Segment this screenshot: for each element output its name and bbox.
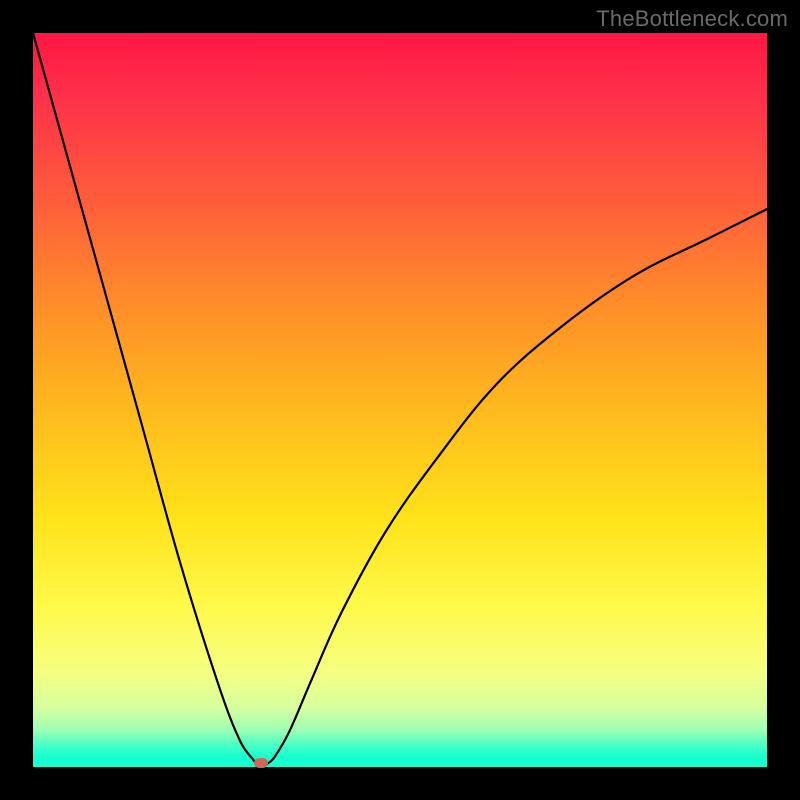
bottleneck-curve — [33, 33, 767, 767]
chart-plot-area — [33, 33, 767, 767]
watermark-text: TheBottleneck.com — [596, 6, 788, 32]
optimal-point-marker — [254, 758, 268, 768]
chart-frame: TheBottleneck.com — [0, 0, 800, 800]
